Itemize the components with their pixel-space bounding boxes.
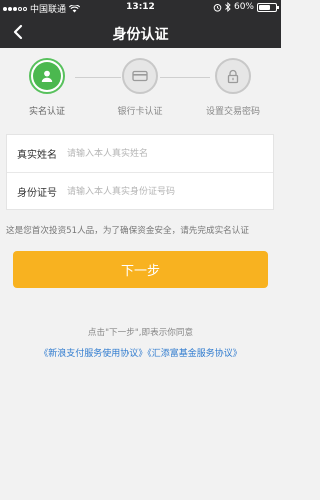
user-icon bbox=[41, 70, 53, 82]
step-circle bbox=[215, 58, 251, 94]
step-circle bbox=[122, 58, 158, 94]
id-label: 身份证号 bbox=[17, 188, 57, 199]
battery-icon bbox=[257, 2, 279, 12]
name-input[interactable] bbox=[67, 138, 273, 169]
nav-bar: 身份认证 bbox=[0, 16, 281, 48]
bluetooth-icon bbox=[225, 2, 231, 12]
agreement-links: 《新浪支付服务使用协议》《汇添富基金服务协议》 bbox=[0, 346, 281, 359]
id-row: 身份证号 bbox=[7, 173, 273, 210]
name-row: 真实姓名 bbox=[7, 135, 273, 172]
agreement-text: 点击"下一步",即表示你同意 bbox=[87, 328, 194, 338]
lock-icon bbox=[227, 69, 239, 83]
progress-steps: 实名认证 银行卡认证 设置交易密码 bbox=[0, 48, 281, 124]
status-right: 60% bbox=[213, 2, 279, 12]
status-bar: 中国联通 13:12 60% bbox=[0, 0, 281, 16]
step-label: 实名认证 bbox=[28, 107, 65, 117]
battery-percent: 60% bbox=[233, 2, 254, 12]
sina-pay-agreement-link[interactable]: 《新浪支付服务使用协议》 bbox=[39, 349, 147, 359]
next-step-button[interactable]: 下一步 bbox=[13, 251, 268, 288]
identity-form: 真实姓名 身份证号 bbox=[6, 134, 274, 210]
fund-service-agreement-link[interactable]: 《汇添富基金服务协议》 bbox=[147, 349, 242, 359]
step-bank-card: 银行卡认证 bbox=[95, 58, 185, 117]
alarm-icon bbox=[213, 3, 222, 12]
card-icon bbox=[132, 70, 148, 82]
name-label: 真实姓名 bbox=[17, 150, 57, 161]
page-title: 身份认证 bbox=[112, 27, 169, 43]
step-circle-active bbox=[29, 58, 65, 94]
id-number-input[interactable] bbox=[67, 176, 273, 207]
step-trade-password: 设置交易密码 bbox=[188, 58, 278, 117]
step-label: 设置交易密码 bbox=[205, 107, 260, 117]
step-real-name: 实名认证 bbox=[2, 58, 92, 117]
notice-text: 这是您首次投资51人品，为了确保资金安全，请先完成实名认证 bbox=[6, 226, 249, 236]
step-label: 银行卡认证 bbox=[117, 107, 163, 117]
